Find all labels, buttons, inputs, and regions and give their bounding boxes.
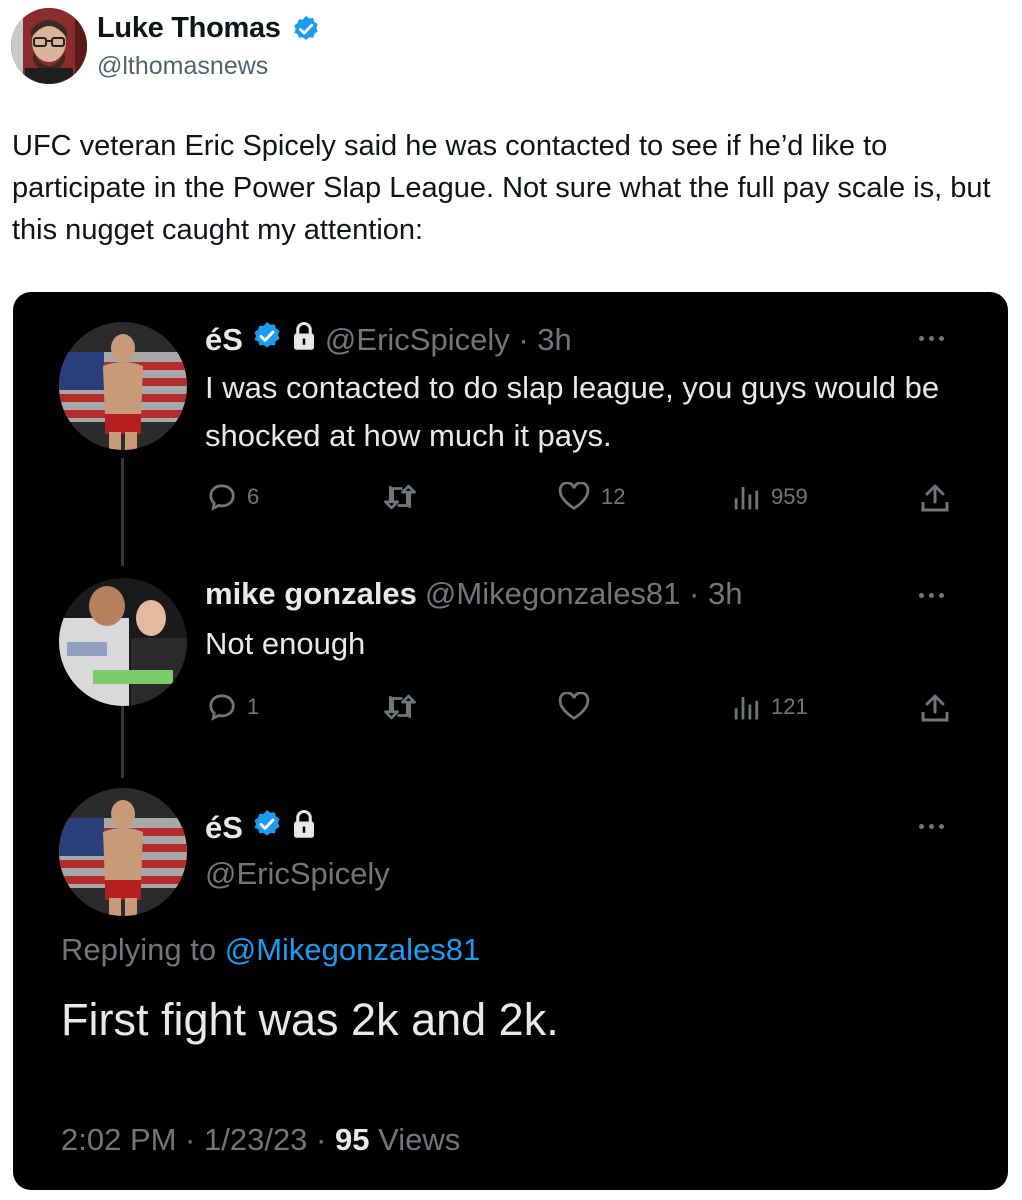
avatar-image [11, 8, 87, 84]
like-icon [558, 482, 590, 510]
avatar-image [59, 322, 187, 450]
avatar-eric-spicely[interactable] [59, 788, 187, 916]
more-icon[interactable] [919, 589, 955, 601]
avatar-mike-gonzales[interactable] [59, 578, 187, 706]
tweet-header: mike gonzales @Mikegonzales81 · 3h [205, 576, 742, 612]
verified-badge-icon [291, 14, 321, 44]
reply-button[interactable]: 1 [207, 692, 259, 722]
lock-icon [291, 809, 317, 847]
like-button[interactable] [557, 692, 591, 722]
lock-icon [291, 321, 317, 359]
share-button[interactable] [919, 482, 951, 514]
replying-to-mention[interactable]: @Mikegonzales81 [225, 932, 481, 967]
verified-badge-icon [251, 320, 283, 360]
like-button[interactable]: 12 [557, 482, 625, 512]
reply-icon [209, 694, 235, 721]
avatar-image [59, 578, 187, 706]
share-button[interactable] [919, 692, 951, 724]
views-button[interactable]: 959 [731, 482, 808, 512]
retweet-icon [384, 694, 416, 720]
share-icon [921, 484, 949, 512]
handle-and-time[interactable]: @Mikegonzales81 · 3h [425, 576, 743, 612]
more-icon[interactable] [919, 332, 955, 344]
tweet-text: UFC veteran Eric Spicely said he was con… [12, 130, 991, 246]
retweet-button[interactable] [383, 482, 417, 512]
thread-line [121, 706, 124, 778]
display-name[interactable]: éS [205, 810, 243, 846]
author-avatar[interactable] [11, 8, 87, 84]
reply-count: 6 [247, 484, 260, 509]
like-icon [558, 692, 590, 720]
verified-badge-icon [251, 808, 283, 848]
author-name[interactable]: Luke Thomas [97, 12, 281, 45]
view-count: 121 [771, 694, 808, 719]
tweet-text: Not enough [205, 626, 366, 661]
more-icon[interactable] [919, 820, 955, 832]
avatar-image [59, 788, 187, 916]
retweet-button[interactable] [383, 692, 417, 722]
like-count: 12 [601, 484, 626, 509]
thread-line [121, 458, 124, 566]
reply-button[interactable]: 6 [207, 482, 259, 512]
views-count: 95 [334, 1122, 370, 1157]
tweet-header: éS @EricSpicely · 3h [205, 320, 572, 360]
tweet-header: éS [205, 808, 317, 848]
views-icon [734, 487, 759, 510]
retweet-icon [384, 484, 416, 510]
view-count: 959 [771, 484, 808, 509]
author-handle[interactable]: @lthomasnews [97, 52, 268, 81]
handle-and-time[interactable]: @EricSpicely · 3h [325, 322, 572, 358]
timestamp[interactable]: 2:02 PM · 1/23/23 · [61, 1122, 335, 1157]
display-name[interactable]: éS [205, 322, 243, 358]
avatar-eric-spicely[interactable] [59, 322, 187, 450]
views-icon [734, 697, 759, 720]
replying-to: Replying to @Mikegonzales81 [61, 932, 480, 968]
views-label: Views [369, 1122, 461, 1157]
display-name[interactable]: mike gonzales [205, 576, 417, 612]
focused-tweet-text: First fight was 2k and 2k. [61, 994, 559, 1045]
tweet-handle-row: @EricSpicely [205, 856, 390, 892]
views-button[interactable]: 121 [731, 692, 808, 722]
reply-icon [209, 484, 235, 511]
reply-count: 1 [247, 694, 260, 719]
embedded-screenshot: éS @EricSpicely · 3h I was contacted to … [13, 292, 1008, 1190]
replying-to-prefix: Replying to [61, 932, 225, 967]
tweet-meta: 2:02 PM · 1/23/23 · 95 Views [61, 1122, 460, 1158]
tweet-text: I was contacted to do slap league, you g… [205, 370, 940, 453]
share-icon [921, 694, 949, 722]
handle[interactable]: @EricSpicely [205, 856, 390, 892]
